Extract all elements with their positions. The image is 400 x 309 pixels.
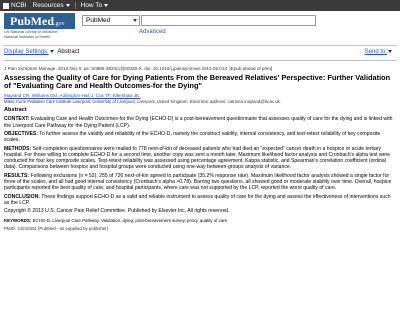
- display-settings-row: Display Settings: Abstract Send to:: [4, 49, 396, 58]
- author-list[interactable]: Mayland CR, Williams EM, Addington-Hall …: [4, 93, 394, 99]
- section-text: These findings support ECHO-D as a valid…: [4, 193, 391, 206]
- nlm-line-1: US National Library of Medicine: [4, 30, 58, 34]
- section-text: To further assess the validity and relia…: [4, 131, 381, 144]
- resources-menu[interactable]: Resources: [33, 2, 70, 9]
- keywords-text: ECHO-D, Liverpool Care Pathway, Validati…: [32, 217, 228, 223]
- keywords: KEYWORDS: ECHO-D, Liverpool Care Pathway…: [4, 218, 394, 224]
- chevron-down-icon: [65, 4, 70, 7]
- affiliation: Marie Curie Palliative Care Institute Li…: [4, 99, 282, 105]
- send-to-menu[interactable]: Send to:: [365, 49, 392, 55]
- database-select[interactable]: PubMed: [82, 15, 140, 26]
- ncbi-logo-icon: [3, 2, 9, 9]
- section-text: Following exclusions (n = 52), 255 of 72…: [4, 172, 392, 191]
- section-label: RESULTS:: [4, 172, 30, 179]
- chevron-down-icon: [104, 4, 109, 7]
- pmid: PMID: 24210451 [PubMed - as supplied by …: [4, 226, 108, 232]
- abstract-section-objectives: OBJECTIVES: To further assess the validi…: [4, 131, 394, 143]
- citation: J Pain Symptom Manage. 2013 Nov 5. pii: …: [4, 66, 273, 71]
- chevron-down-icon: [49, 49, 54, 53]
- section-text: Self-completion questionnaires were mail…: [4, 145, 391, 171]
- chevron-down-icon: [131, 17, 138, 24]
- database-select-value: PubMed: [86, 17, 111, 24]
- send-to-label: Send to:: [364, 49, 387, 55]
- article-title: Assessing the Quality of Care for Dying …: [4, 72, 391, 91]
- abstract-section-methods: METHODS: Self-completion questionnaires …: [4, 146, 394, 170]
- abstract-section-conclusion: CONCLUSION: These findings support ECHO-…: [4, 194, 394, 206]
- section-label: METHODS:: [4, 145, 32, 152]
- display-settings-link[interactable]: Display Settings:: [4, 49, 49, 55]
- divider: [74, 2, 76, 9]
- abstract-section-context: CONTEXT: Evaluating Care and Health Outc…: [4, 116, 394, 128]
- abstract-content: J Pain Symptom Manage. 2013 Nov 5. pii: …: [4, 66, 394, 232]
- ncbi-logo[interactable]: NCBI: [3, 2, 27, 9]
- section-text: Evaluating Care and Health Outcomes-for …: [4, 116, 393, 129]
- advanced-search-link[interactable]: Advanced: [139, 29, 166, 35]
- pubmed-header: PubMed.gov US National Library of Medici…: [0, 11, 400, 44]
- section-label: CONCLUSION:: [4, 193, 40, 200]
- pubmed-logo-suffix: .gov: [54, 21, 65, 27]
- abstract-heading: Abstract: [4, 107, 27, 114]
- pubmed-logo-text: PubMed: [10, 14, 55, 28]
- chevron-down-icon: [388, 49, 392, 53]
- header-divider: [3, 45, 397, 46]
- abstract-section-results: RESULTS: Following exclusions (n = 52), …: [4, 173, 394, 191]
- nlm-credit: US National Library of Medicine National…: [4, 30, 57, 39]
- howto-label: How To: [80, 2, 103, 9]
- copyright: Copyright © 2013 U.S. Cancer Pain Relief…: [4, 208, 230, 215]
- search-input[interactable]: [141, 15, 316, 26]
- section-label: OBJECTIVES:: [4, 131, 38, 138]
- ncbi-top-bar: NCBI Resources How To: [0, 0, 400, 11]
- settings-divider: [3, 60, 397, 61]
- section-label: CONTEXT:: [4, 116, 30, 123]
- format-value: Abstract: [57, 49, 80, 55]
- howto-menu[interactable]: How To: [81, 2, 109, 9]
- resources-label: Resources: [32, 2, 64, 9]
- pubmed-logo[interactable]: PubMed.gov: [4, 13, 75, 29]
- keywords-label: KEYWORDS:: [4, 217, 32, 223]
- nlm-line-2: National Institutes of Health: [4, 34, 51, 39]
- ncbi-logo-text: NCBI: [11, 2, 27, 9]
